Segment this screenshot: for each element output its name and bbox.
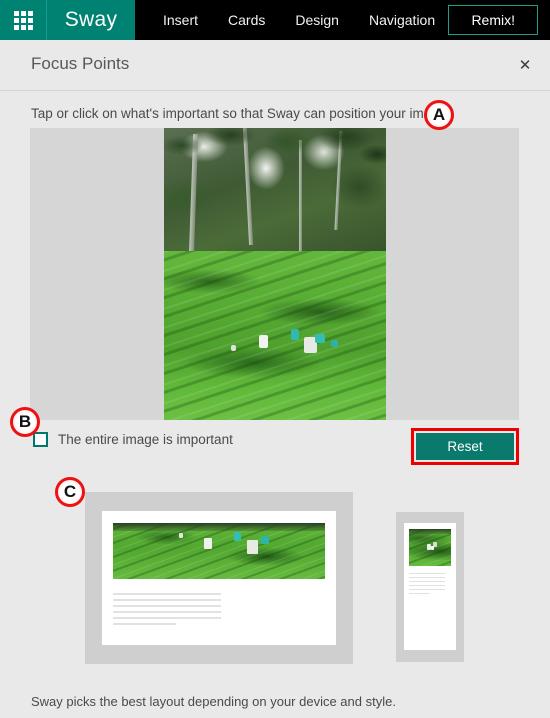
desktop-preview-screen	[102, 511, 336, 645]
instruction-text: Tap or click on what's important so that…	[31, 106, 447, 121]
reset-button[interactable]: Reset	[416, 433, 514, 460]
mobile-preview-text-lines	[409, 573, 445, 597]
text-line	[409, 593, 430, 594]
mini-photo-worker	[204, 537, 213, 549]
text-line	[113, 623, 176, 625]
page-title: Focus Points	[31, 54, 130, 73]
mini-photo-top-shade	[113, 523, 325, 531]
text-line	[409, 573, 445, 574]
entire-image-checkbox-row[interactable]: The entire image is important	[33, 432, 233, 447]
mini-photo-worker	[246, 539, 258, 554]
annotation-marker-c: C	[55, 477, 85, 507]
entire-image-checkbox-label: The entire image is important	[58, 432, 233, 447]
desktop-preview-text-lines	[113, 593, 221, 629]
text-line	[113, 611, 221, 613]
mobile-preview-image	[409, 529, 451, 566]
text-line	[409, 585, 445, 586]
text-line	[409, 581, 445, 582]
brand-logo[interactable]: Sway	[47, 0, 135, 40]
focus-point-image[interactable]	[164, 128, 386, 420]
mini-photo	[409, 529, 451, 566]
image-worker	[330, 340, 338, 348]
image-canopy-layer	[164, 128, 386, 216]
text-line	[113, 617, 221, 619]
text-line	[113, 605, 221, 607]
app-launcher-grid-icon	[13, 10, 33, 30]
desktop-layout-preview[interactable]	[85, 492, 353, 664]
mini-photo-worker	[178, 533, 183, 539]
main-nav: Insert Cards Design Navigation	[135, 0, 448, 40]
reset-button-annotation: Reset	[411, 428, 519, 465]
nav-item-cards[interactable]: Cards	[228, 12, 265, 28]
image-worker	[290, 328, 299, 340]
nav-item-insert[interactable]: Insert	[163, 12, 198, 28]
entire-image-checkbox[interactable]	[33, 432, 48, 447]
text-line	[113, 593, 221, 595]
mobile-layout-preview[interactable]	[396, 512, 464, 662]
brand-label: Sway	[64, 8, 118, 31]
desktop-preview-image	[113, 523, 325, 579]
mini-photo	[113, 523, 325, 579]
mini-photo-top-shade	[409, 529, 451, 535]
image-canvas[interactable]	[30, 128, 519, 420]
app-launcher-button[interactable]	[0, 0, 47, 40]
text-line	[409, 577, 445, 578]
mini-photo-worker	[261, 536, 270, 545]
remix-button-wrap: Remix!	[448, 0, 550, 40]
text-line	[409, 589, 445, 590]
annotation-marker-a: A	[424, 100, 454, 130]
remix-button[interactable]: Remix!	[448, 5, 538, 35]
nav-item-design[interactable]: Design	[295, 12, 339, 28]
text-line	[113, 599, 221, 601]
footer-note: Sway picks the best layout depending on …	[31, 694, 396, 709]
mini-photo-worker	[433, 542, 438, 548]
mini-photo-worker	[430, 546, 434, 551]
image-worker	[314, 333, 325, 343]
nav-item-navigation[interactable]: Navigation	[369, 12, 435, 28]
mobile-preview-screen	[404, 523, 456, 650]
dialog-header: Focus Points ✕	[0, 40, 550, 91]
mini-photo-worker	[233, 531, 241, 541]
image-worker	[230, 345, 236, 352]
image-tea-field-layer	[164, 250, 386, 420]
image-worker	[259, 335, 269, 349]
app-bar: Sway Insert Cards Design Navigation Remi…	[0, 0, 550, 40]
mini-photo-tea-layer	[113, 523, 325, 579]
close-icon[interactable]: ✕	[513, 53, 537, 77]
annotation-marker-b: B	[10, 407, 40, 437]
